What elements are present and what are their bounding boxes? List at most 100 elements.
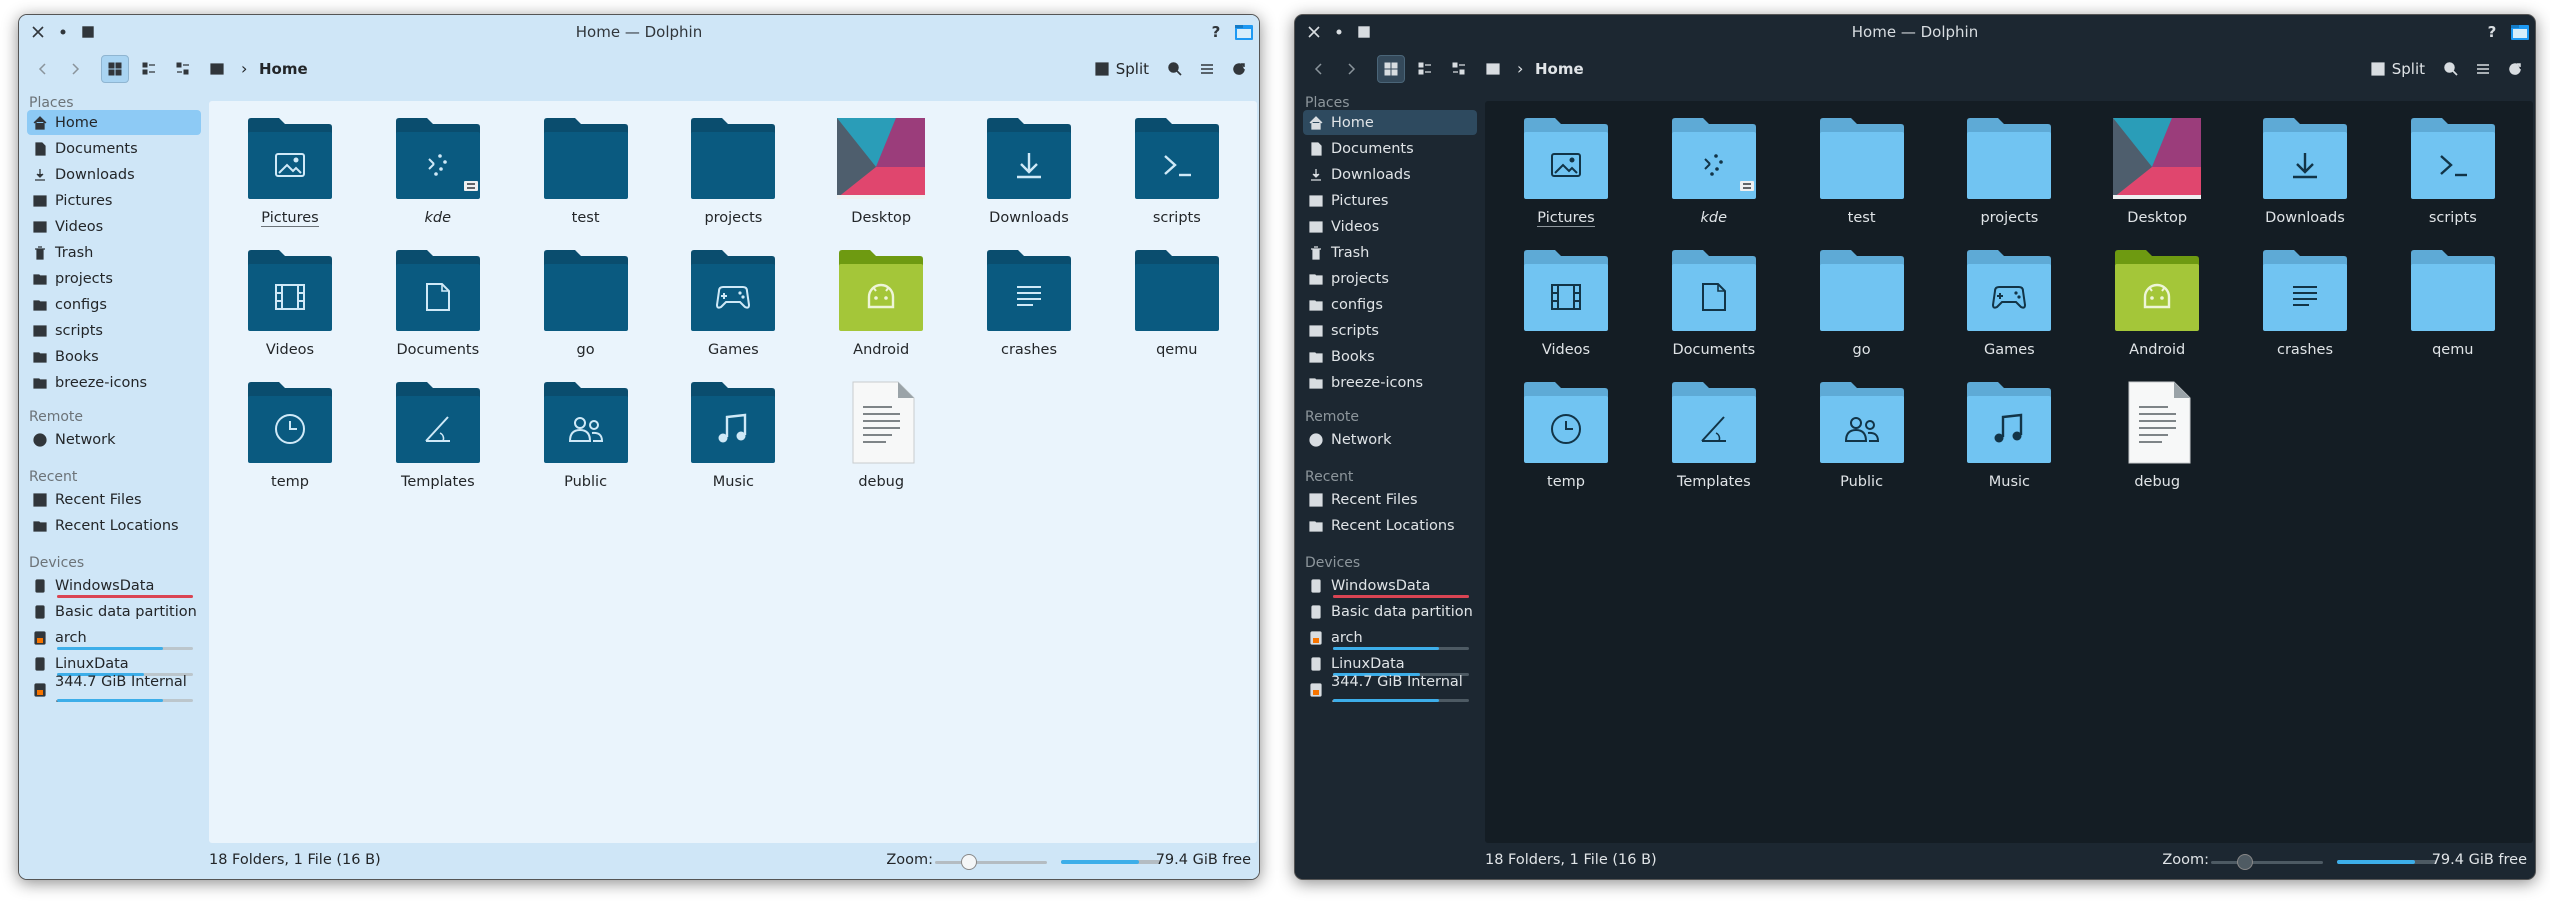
sidebar-item-documents[interactable]: Documents — [27, 136, 201, 161]
folder-item[interactable]: Documents — [370, 249, 506, 377]
sidebar-item-videos[interactable]: Videos — [1303, 214, 1477, 239]
folder-item[interactable]: test — [518, 117, 654, 245]
details-view-button[interactable] — [1445, 55, 1473, 83]
sidebar-item-home[interactable]: Home — [1303, 110, 1477, 135]
zoom-slider-handle[interactable] — [961, 854, 977, 870]
folder-item[interactable]: Templates — [370, 381, 506, 509]
folder-item[interactable]: Downloads — [961, 117, 1097, 245]
folder-item[interactable]: temp — [222, 381, 358, 509]
file-view[interactable]: Pictures kde test projects Desktop Downloads s… — [209, 101, 1257, 843]
help-button[interactable]: ? — [2481, 21, 2503, 43]
sidebar-item-windowsdata[interactable]: WindowsData — [27, 573, 201, 598]
sidebar-item-basic-data-partition[interactable]: Basic data partition — [27, 599, 201, 624]
sidebar-item-trash[interactable]: Trash — [1303, 240, 1477, 265]
file-item[interactable]: debug — [2089, 381, 2225, 509]
sidebar-item-344-7-gib-internal[interactable]: 344.7 GiB Internal ... — [27, 674, 201, 706]
sidebar-item-scripts[interactable]: scripts — [1303, 318, 1477, 343]
folder-item[interactable]: projects — [1941, 117, 2077, 245]
hamburger-menu-icon[interactable] — [1193, 55, 1221, 83]
folder-item[interactable]: temp — [1498, 381, 1634, 509]
breadcrumb-home[interactable]: Home — [1535, 55, 1584, 83]
folder-item[interactable]: Android — [2089, 249, 2225, 377]
sidebar-item-arch[interactable]: arch — [1303, 625, 1477, 650]
sidebar-item-basic-data-partition[interactable]: Basic data partition — [1303, 599, 1477, 624]
sidebar-item-projects[interactable]: projects — [27, 266, 201, 291]
split-button[interactable]: Split — [2370, 55, 2425, 83]
folder-item[interactable]: scripts — [1109, 117, 1245, 245]
title-bar[interactable]: Home — Dolphin ? — [19, 15, 1259, 49]
split-button[interactable]: Split — [1094, 55, 1149, 83]
folder-item[interactable]: Desktop — [2089, 117, 2225, 245]
forward-button[interactable] — [1337, 55, 1365, 83]
sidebar-item-downloads[interactable]: Downloads — [27, 162, 201, 187]
folder-item[interactable]: crashes — [961, 249, 1097, 377]
sidebar-item-network[interactable]: Network — [27, 427, 201, 452]
folder-item[interactable]: Pictures — [1498, 117, 1634, 245]
sidebar-item-scripts[interactable]: scripts — [27, 318, 201, 343]
folder-item[interactable]: Desktop — [813, 117, 949, 245]
sidebar-item-recent-files[interactable]: Recent Files — [27, 487, 201, 512]
folder-item[interactable]: Games — [665, 249, 801, 377]
sidebar-item-downloads[interactable]: Downloads — [1303, 162, 1477, 187]
folder-item[interactable]: test — [1794, 117, 1930, 245]
title-bar[interactable]: Home — Dolphin ? — [1295, 15, 2535, 49]
folder-item[interactable]: kde — [370, 117, 506, 245]
sidebar-item-projects[interactable]: projects — [1303, 266, 1477, 291]
icons-view-button[interactable] — [1377, 55, 1405, 83]
folder-item[interactable]: Public — [1794, 381, 1930, 509]
reload-icon[interactable] — [2501, 55, 2529, 83]
folder-item[interactable]: Videos — [1498, 249, 1634, 377]
folder-item[interactable]: Android — [813, 249, 949, 377]
folder-item[interactable]: crashes — [2237, 249, 2373, 377]
sidebar-item-configs[interactable]: configs — [1303, 292, 1477, 317]
sidebar-item-pictures[interactable]: Pictures — [1303, 188, 1477, 213]
folder-item[interactable]: go — [518, 249, 654, 377]
preview-toggle-button[interactable] — [1479, 55, 1507, 83]
back-button[interactable] — [1305, 55, 1333, 83]
sidebar-item-pictures[interactable]: Pictures — [27, 188, 201, 213]
file-view[interactable]: Pictures kde test projects Desktop Downloads s… — [1485, 101, 2533, 843]
sidebar-item-344-7-gib-internal[interactable]: 344.7 GiB Internal ... — [1303, 674, 1477, 706]
folder-item[interactable]: scripts — [2385, 117, 2521, 245]
back-button[interactable] — [29, 55, 57, 83]
sidebar-item-linuxdata[interactable]: LinuxData — [27, 651, 201, 676]
sidebar-item-linuxdata[interactable]: LinuxData — [1303, 651, 1477, 676]
sidebar-item-videos[interactable]: Videos — [27, 214, 201, 239]
sidebar-item-trash[interactable]: Trash — [27, 240, 201, 265]
folder-item[interactable]: Downloads — [2237, 117, 2373, 245]
sidebar-item-configs[interactable]: configs — [27, 292, 201, 317]
forward-button[interactable] — [61, 55, 89, 83]
details-view-button[interactable] — [169, 55, 197, 83]
folder-item[interactable]: Public — [518, 381, 654, 509]
sidebar-item-books[interactable]: Books — [27, 344, 201, 369]
sidebar-item-breeze-icons[interactable]: breeze-icons — [1303, 370, 1477, 395]
icons-view-button[interactable] — [101, 55, 129, 83]
folder-item[interactable]: Music — [1941, 381, 2077, 509]
folder-item[interactable]: qemu — [2385, 249, 2521, 377]
folder-item[interactable]: projects — [665, 117, 801, 245]
sidebar-item-recent-files[interactable]: Recent Files — [1303, 487, 1477, 512]
sidebar-item-recent-locations[interactable]: Recent Locations — [27, 513, 201, 538]
compact-view-button[interactable] — [1411, 55, 1439, 83]
sidebar-item-arch[interactable]: arch — [27, 625, 201, 650]
zoom-slider-handle[interactable] — [2237, 854, 2253, 870]
hamburger-menu-icon[interactable] — [2469, 55, 2497, 83]
zoom-slider-track[interactable] — [2211, 861, 2323, 864]
breadcrumb-home[interactable]: Home — [259, 55, 308, 83]
help-button[interactable]: ? — [1205, 21, 1227, 43]
preview-toggle-button[interactable] — [203, 55, 231, 83]
folder-item[interactable]: Games — [1941, 249, 2077, 377]
search-icon[interactable] — [1161, 55, 1189, 83]
sidebar-item-home[interactable]: Home — [27, 110, 201, 135]
reload-icon[interactable] — [1225, 55, 1253, 83]
search-icon[interactable] — [2437, 55, 2465, 83]
folder-item[interactable]: qemu — [1109, 249, 1245, 377]
sidebar-item-breeze-icons[interactable]: breeze-icons — [27, 370, 201, 395]
sidebar-item-books[interactable]: Books — [1303, 344, 1477, 369]
folder-item[interactable]: Pictures — [222, 117, 358, 245]
sidebar-item-network[interactable]: Network — [1303, 427, 1477, 452]
sidebar-item-recent-locations[interactable]: Recent Locations — [1303, 513, 1477, 538]
compact-view-button[interactable] — [135, 55, 163, 83]
folder-item[interactable]: kde — [1646, 117, 1782, 245]
folder-item[interactable]: Music — [665, 381, 801, 509]
